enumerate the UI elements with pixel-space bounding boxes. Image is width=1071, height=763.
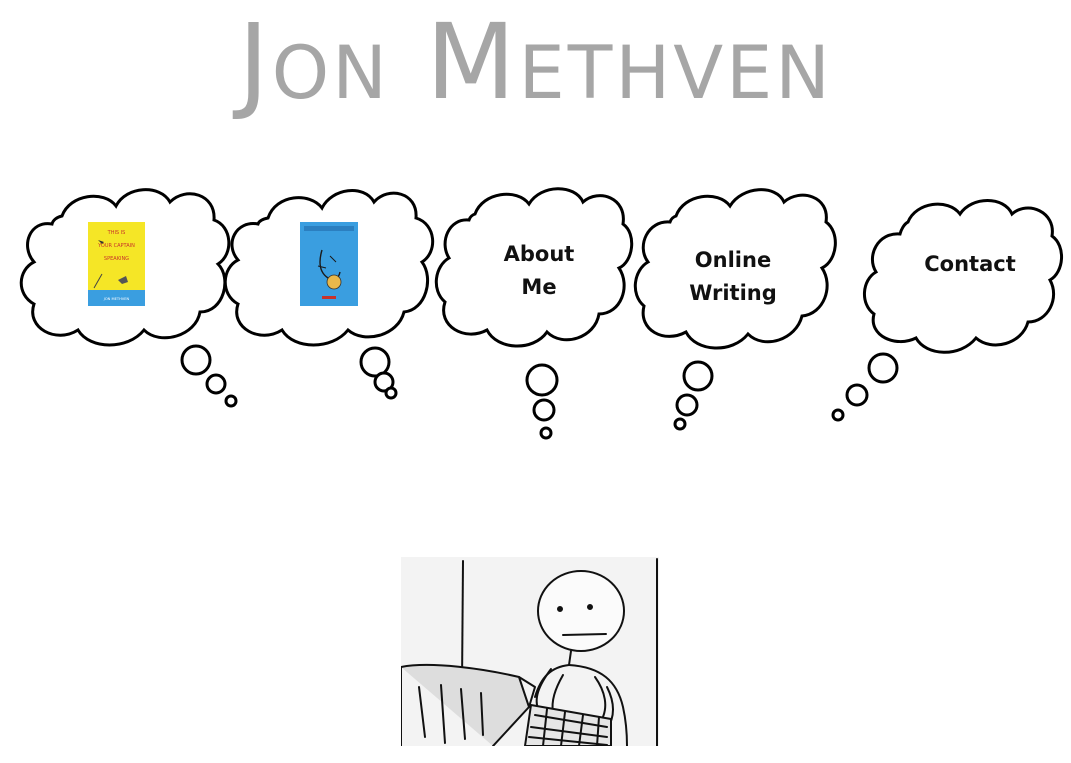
thought-cloud-icon bbox=[434, 187, 634, 440]
book-bubble-second[interactable] bbox=[223, 180, 444, 410]
online-writing-link[interactable]: Online Writing bbox=[633, 180, 840, 434]
site-title: Jon Methven bbox=[238, 1, 833, 123]
book-bubble-captain[interactable]: THIS IS YOUR CAPTAIN SPEAKING JON METHVEN bbox=[19, 180, 240, 410]
online-writing-label[interactable]: Online Writing bbox=[678, 244, 788, 310]
contact-label[interactable]: Contact bbox=[918, 248, 1022, 281]
book-cover-author: JON METHVEN bbox=[103, 297, 130, 301]
book-cover-captain[interactable]: THIS IS YOUR CAPTAIN SPEAKING JON METHVEN bbox=[88, 222, 145, 306]
comic-person-typing-illustration bbox=[401, 557, 659, 746]
contact-link[interactable]: Contact bbox=[826, 190, 1066, 426]
book-cover-second[interactable] bbox=[300, 222, 358, 306]
about-me-link[interactable]: About Me bbox=[434, 180, 637, 442]
about-me-label[interactable]: About Me bbox=[491, 238, 587, 304]
thought-cloud-icon bbox=[831, 199, 1063, 422]
